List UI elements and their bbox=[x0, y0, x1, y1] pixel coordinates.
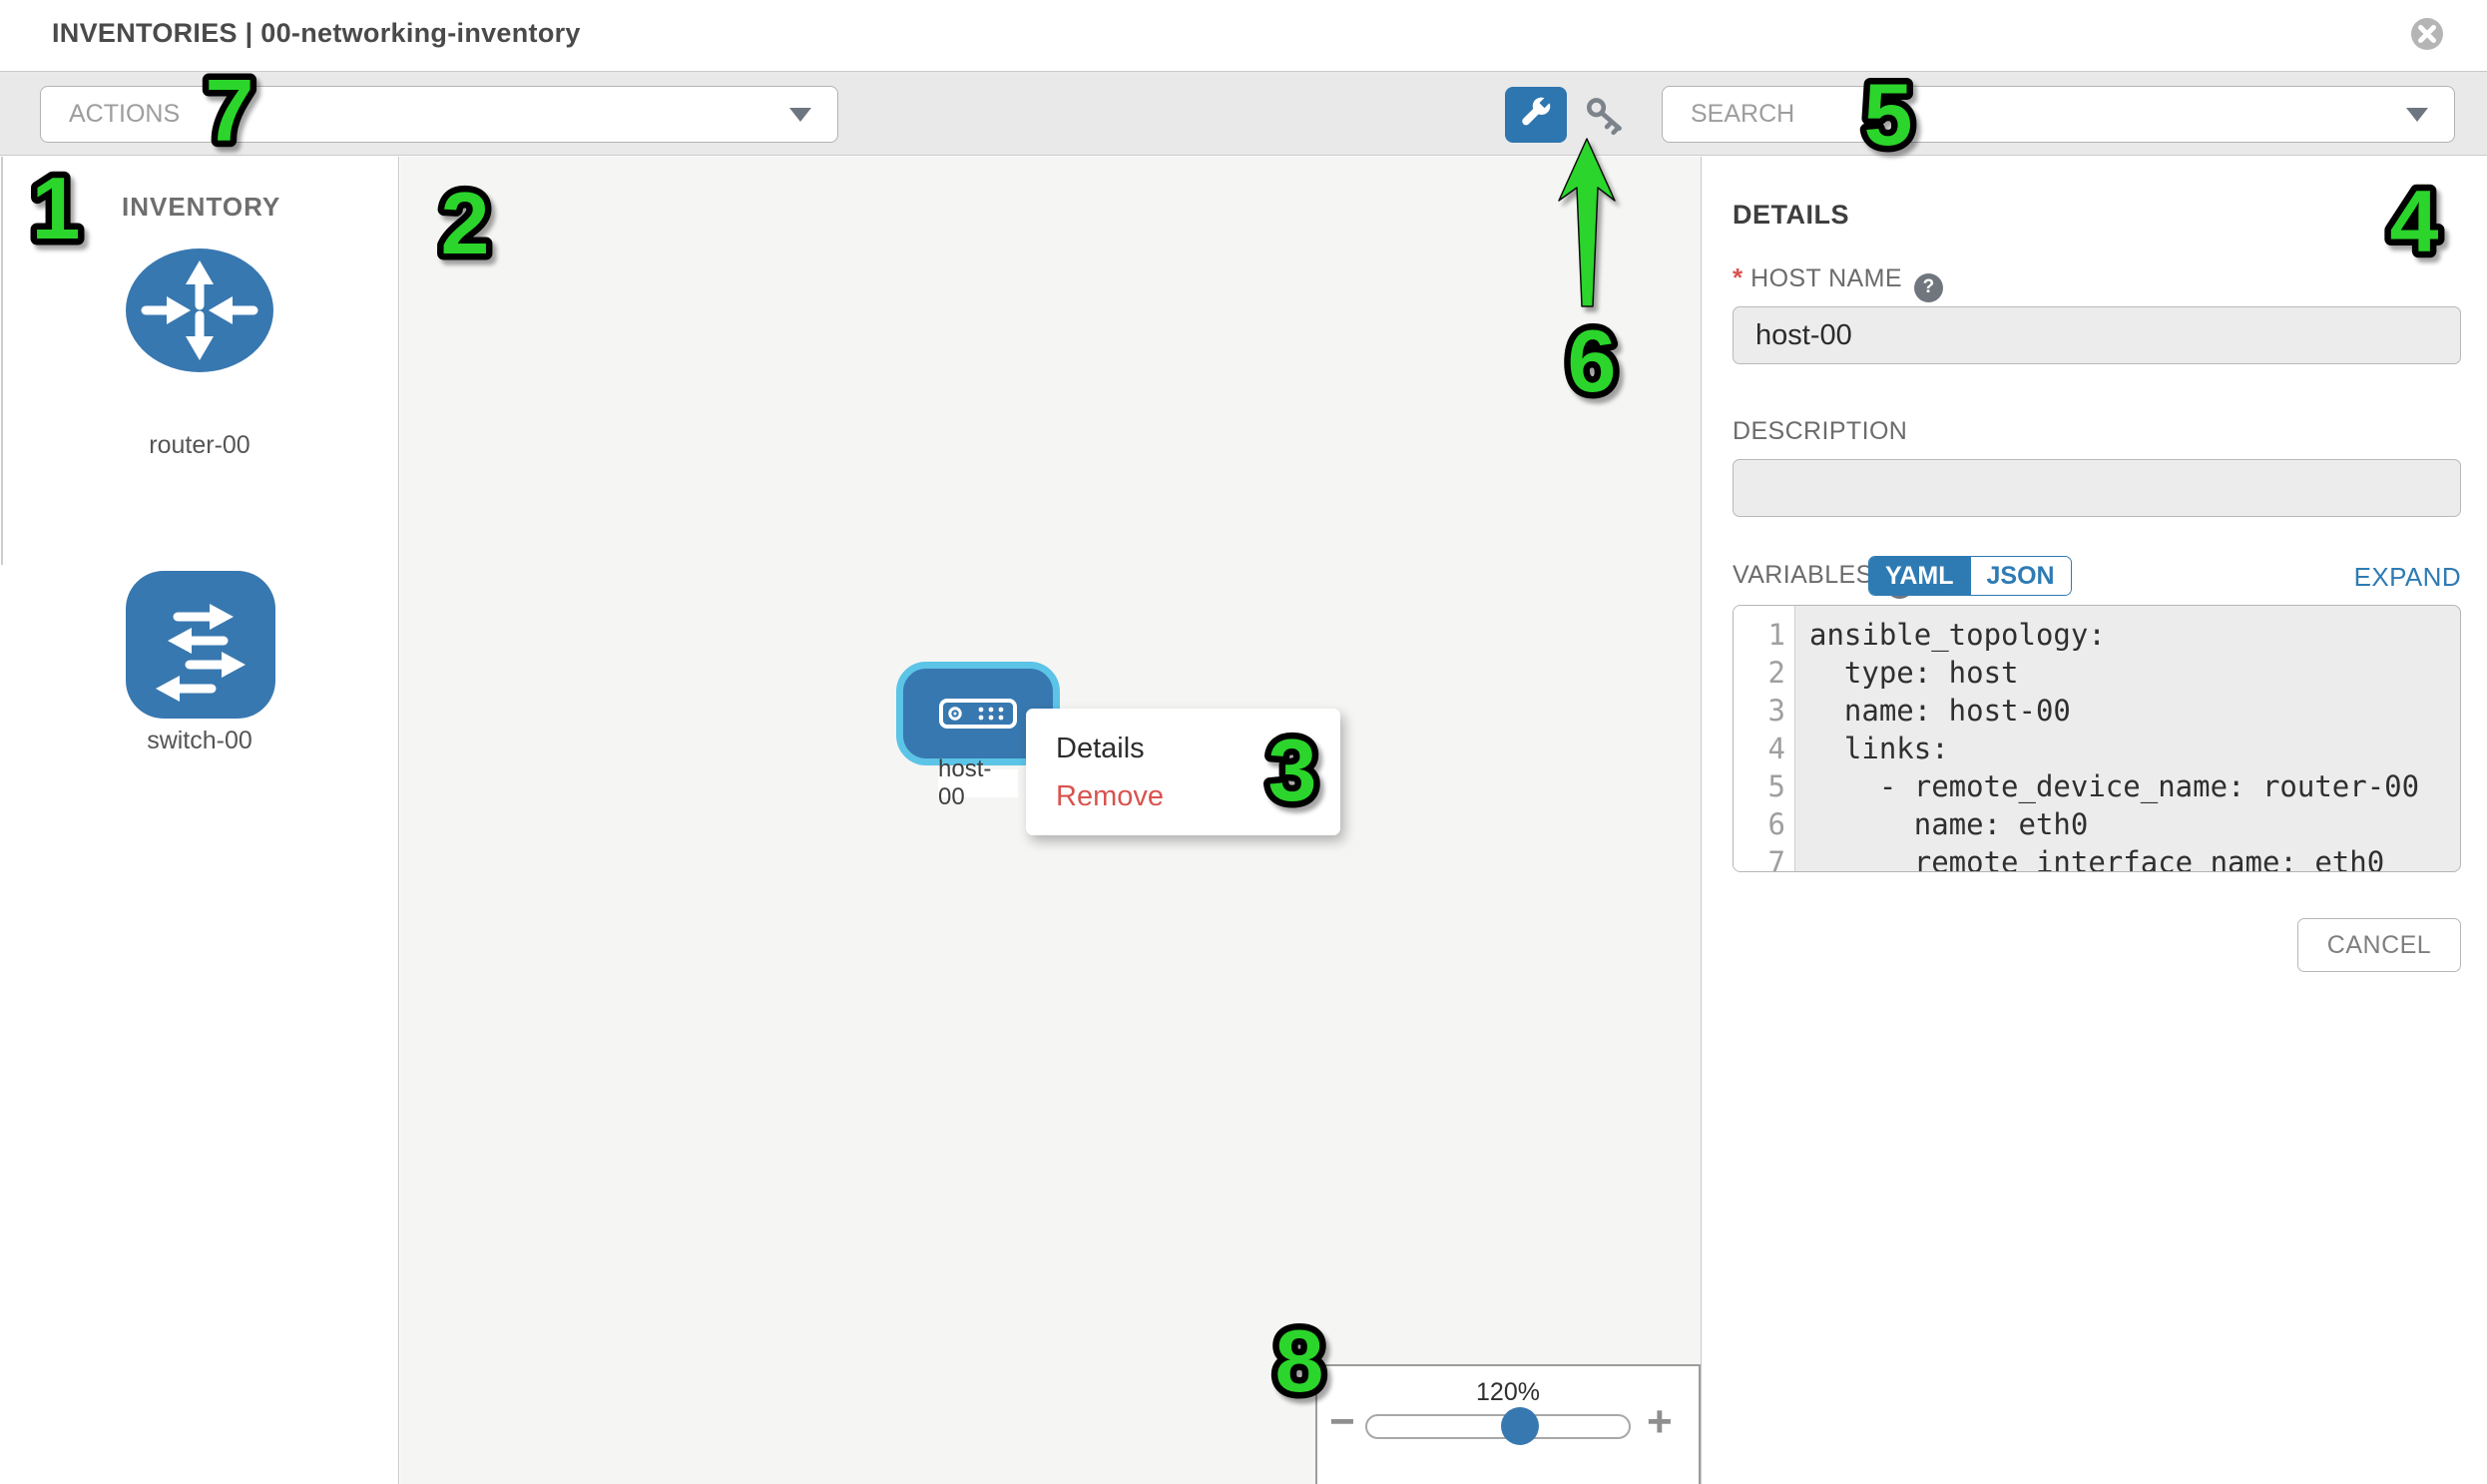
help-icon[interactable]: ? bbox=[1914, 273, 1943, 302]
page-header: INVENTORIES | 00-networking-inventory bbox=[0, 0, 2487, 72]
required-asterisk: * bbox=[1733, 262, 1742, 292]
line-number: 6 bbox=[1734, 805, 1794, 843]
palette-item-switch[interactable] bbox=[126, 571, 275, 719]
tools-button[interactable] bbox=[1505, 87, 1567, 143]
toggle-yaml[interactable]: YAML bbox=[1869, 557, 1970, 595]
svg-text:4: 4 bbox=[2390, 172, 2439, 270]
zoom-control: 120% − + bbox=[1315, 1364, 1701, 1484]
toggle-json[interactable]: JSON bbox=[1970, 557, 2071, 595]
expand-link[interactable]: EXPAND bbox=[2341, 562, 2461, 593]
line-number: 5 bbox=[1734, 767, 1794, 805]
palette-item-router-label: router-00 bbox=[90, 431, 309, 460]
line-number: 3 bbox=[1734, 692, 1794, 730]
svg-text:8: 8 bbox=[1275, 1311, 1324, 1410]
variables-format-toggle: YAML JSON bbox=[1868, 556, 2072, 596]
code-line: type: host bbox=[1809, 654, 2460, 692]
variables-code-editor[interactable]: 1 2 3 4 5 6 7 ansible_topology: type: ho… bbox=[1733, 605, 2461, 872]
palette-item-router[interactable] bbox=[125, 247, 274, 373]
annotation-number-3: 3 bbox=[1233, 709, 1352, 828]
annotation-number-5: 5 bbox=[1828, 53, 1948, 173]
line-number: 2 bbox=[1734, 654, 1794, 692]
zoom-in-button[interactable]: + bbox=[1647, 1402, 1673, 1442]
toolbar: ACTIONS SEARCH bbox=[0, 72, 2487, 156]
chevron-down-icon bbox=[789, 108, 811, 122]
annotation-number-6: 6 bbox=[1532, 299, 1652, 419]
svg-text:2: 2 bbox=[441, 174, 490, 272]
inventory-topology-page: INVENTORIES | 00-networking-inventory AC… bbox=[0, 0, 2487, 1484]
annotation-number-7: 7 bbox=[170, 49, 289, 169]
line-number: 4 bbox=[1734, 730, 1794, 767]
code-line: links: bbox=[1809, 730, 2460, 767]
breadcrumb: INVENTORIES | 00-networking-inventory bbox=[52, 18, 581, 49]
host-name-field-label-row: * HOST NAME? bbox=[1733, 262, 1943, 302]
description-input[interactable] bbox=[1733, 459, 2461, 517]
host-icon bbox=[938, 698, 1018, 730]
svg-text:6: 6 bbox=[1568, 311, 1617, 410]
code-line: remote_interface_name: eth0 bbox=[1809, 843, 2460, 872]
details-panel-title: DETAILS bbox=[1733, 200, 1849, 231]
code-line: name: eth0 bbox=[1809, 805, 2460, 843]
chevron-down-icon bbox=[2406, 108, 2428, 122]
editor-gutter: 1 2 3 4 5 6 7 bbox=[1734, 606, 1795, 871]
host-name-label: HOST NAME bbox=[1750, 264, 1902, 292]
editor-code: ansible_topology: type: host name: host-… bbox=[1795, 606, 2460, 871]
svg-text:7: 7 bbox=[206, 61, 254, 160]
svg-text:3: 3 bbox=[1268, 721, 1317, 819]
zoom-level-value: 120% bbox=[1317, 1378, 1699, 1407]
line-number: 1 bbox=[1734, 616, 1794, 654]
annotation-number-4: 4 bbox=[2354, 160, 2474, 279]
annotation-number-8: 8 bbox=[1240, 1299, 1359, 1419]
zoom-slider-track[interactable] bbox=[1365, 1414, 1631, 1439]
line-number: 7 bbox=[1734, 843, 1794, 872]
zoom-slider-thumb[interactable] bbox=[1501, 1407, 1539, 1445]
code-line: ansible_topology: bbox=[1809, 616, 2460, 654]
code-line: name: host-00 bbox=[1809, 692, 2460, 730]
sidebar-title: INVENTORY bbox=[122, 192, 280, 223]
annotation-number-2: 2 bbox=[405, 162, 525, 281]
palette-item-switch-label: switch-00 bbox=[90, 727, 309, 755]
search-dropdown[interactable]: SEARCH bbox=[1662, 86, 2455, 143]
canvas-node-host-label: host-00 bbox=[938, 769, 1018, 797]
wrench-icon bbox=[1518, 97, 1554, 133]
actions-placeholder: ACTIONS bbox=[41, 100, 789, 129]
key-icon[interactable] bbox=[1585, 96, 1629, 136]
close-icon[interactable] bbox=[2409, 16, 2445, 52]
annotation-arrow-up bbox=[1557, 137, 1619, 312]
svg-text:1: 1 bbox=[32, 159, 81, 257]
code-line: - remote_device_name: router-00 bbox=[1809, 767, 2460, 805]
search-placeholder: SEARCH bbox=[1663, 100, 2406, 129]
actions-dropdown[interactable]: ACTIONS bbox=[40, 86, 838, 143]
variables-label: VARIABLES bbox=[1733, 561, 1873, 589]
description-label: DESCRIPTION bbox=[1733, 417, 1907, 446]
host-name-input[interactable] bbox=[1733, 306, 2461, 364]
annotation-number-1: 1 bbox=[0, 147, 116, 266]
cancel-button[interactable]: CANCEL bbox=[2297, 918, 2461, 972]
svg-text:5: 5 bbox=[1864, 65, 1913, 164]
